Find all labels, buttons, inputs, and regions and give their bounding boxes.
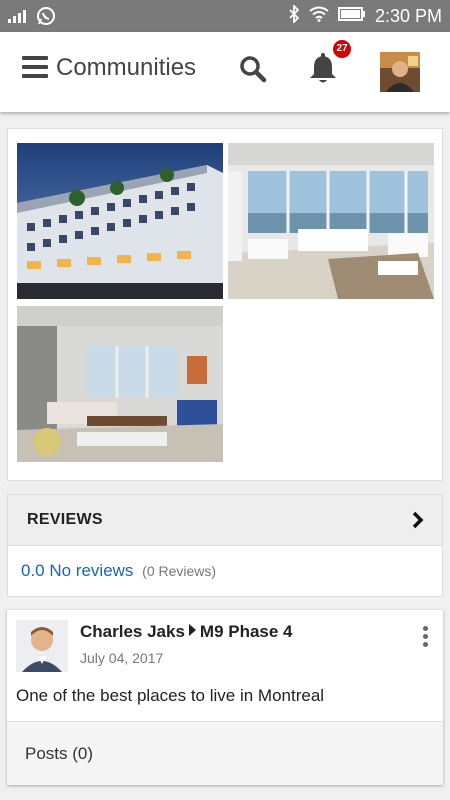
- status-bar: 2:30 PM: [0, 0, 450, 32]
- photo-building-exterior[interactable]: [17, 143, 223, 299]
- reviews-title: REVIEWS: [27, 511, 103, 528]
- app-bar: Communities 27: [0, 32, 450, 112]
- caret-right-icon: [188, 622, 197, 642]
- bluetooth-icon: [288, 3, 300, 28]
- author-name[interactable]: Charles Jaks: [80, 622, 185, 642]
- status-time: 2:30 PM: [374, 6, 442, 26]
- reviews-header[interactable]: REVIEWS: [8, 495, 442, 546]
- post-footer[interactable]: Posts (0): [7, 721, 443, 785]
- search-icon[interactable]: [238, 54, 268, 89]
- photo-living-room-interior[interactable]: [17, 306, 223, 462]
- chevron-right-icon[interactable]: [412, 511, 424, 534]
- post-card: Charles Jaks M9 Phase 4 July 04, 2017 On…: [7, 610, 443, 785]
- photo-gallery: [7, 128, 443, 481]
- review-score-link[interactable]: 0.0 No reviews: [21, 561, 133, 580]
- more-options-icon[interactable]: [423, 626, 429, 650]
- post-text: One of the best places to live in Montre…: [16, 686, 325, 705]
- battery-icon: [337, 6, 366, 27]
- post-date: July 04, 2017: [80, 650, 164, 666]
- photo-living-room-view[interactable]: [228, 143, 434, 299]
- signal-icon: [8, 9, 28, 28]
- notification-badge: 27: [333, 40, 351, 58]
- post-author-line: Charles Jaks M9 Phase 4: [80, 622, 293, 642]
- user-avatar[interactable]: [380, 52, 420, 92]
- author-avatar[interactable]: [16, 620, 68, 672]
- reviews-card: REVIEWS 0.0 No reviews (0 Reviews): [7, 494, 443, 597]
- review-count: (0 Reviews): [142, 563, 217, 579]
- community-name[interactable]: M9 Phase 4: [200, 622, 293, 642]
- wifi-icon: [309, 6, 329, 27]
- whatsapp-icon: [36, 6, 56, 31]
- page-title: Communities: [56, 54, 197, 81]
- posts-count-label[interactable]: Posts (0): [25, 744, 93, 764]
- reviews-summary: 0.0 No reviews (0 Reviews): [8, 546, 442, 596]
- bell-icon[interactable]: [308, 52, 338, 91]
- menu-icon[interactable]: [22, 56, 48, 80]
